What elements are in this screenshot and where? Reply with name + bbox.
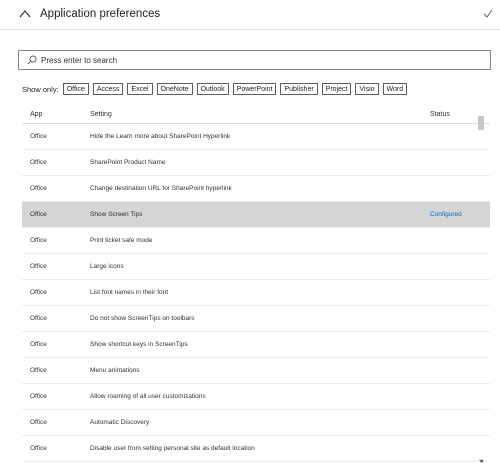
- cell-setting: Print ticket safe mode: [90, 237, 153, 244]
- filter-chip-powerpoint[interactable]: PowerPoint: [232, 83, 277, 95]
- vertical-scrollbar[interactable]: [478, 116, 484, 463]
- filter-label: Show only:: [22, 84, 59, 94]
- chevron-up-icon[interactable]: [19, 9, 31, 19]
- cell-app: Office: [30, 263, 47, 270]
- checkmark-icon[interactable]: [483, 9, 493, 19]
- cell-app: Office: [30, 159, 47, 166]
- filter-chip-access[interactable]: Access: [92, 83, 124, 95]
- table-row[interactable]: Office Change destination URL for ShareP…: [22, 176, 490, 202]
- cell-app: Office: [30, 133, 47, 140]
- cell-setting: Disable user from setting personal site …: [90, 445, 255, 452]
- page-title: Application preferences: [40, 8, 161, 20]
- table-header: App Setting Status: [22, 108, 490, 124]
- cell-setting: Large icons: [90, 263, 124, 270]
- filter-chip-office[interactable]: Office: [62, 83, 89, 95]
- table-row[interactable]: Office Print ticket safe mode: [22, 228, 490, 254]
- search-icon: [27, 55, 37, 65]
- cell-setting: Menu animations: [90, 367, 140, 374]
- cell-setting: Automatic Discovery: [90, 419, 150, 426]
- cell-app: Office: [30, 185, 47, 192]
- search-box[interactable]: [18, 50, 491, 70]
- cell-setting: Allow roaming of all user customizations: [90, 393, 206, 400]
- filter-bar: Show only: Office Access Excel OneNote O…: [22, 82, 411, 96]
- cell-app: Office: [30, 393, 47, 400]
- table-row[interactable]: Office Allow roaming of all user customi…: [22, 384, 490, 410]
- cell-setting: List font names in their font: [90, 289, 169, 296]
- cell-app: Office: [30, 315, 47, 322]
- table-row[interactable]: Office Disable user from setting persona…: [22, 436, 490, 462]
- cell-setting: Do not show ScreenTips on toolbars: [90, 315, 195, 322]
- cell-app: Office: [30, 419, 47, 426]
- cell-setting: Show shortcut keys in ScreenTips: [90, 341, 188, 348]
- column-header-status[interactable]: Status: [430, 111, 450, 118]
- search-input[interactable]: [41, 53, 471, 67]
- settings-table: App Setting Status Office Hide the Learn…: [22, 108, 490, 463]
- filter-chip-publisher[interactable]: Publisher: [280, 83, 318, 95]
- panel-header: Application preferences: [0, 0, 500, 30]
- filter-chip-excel[interactable]: Excel: [127, 83, 153, 95]
- cell-setting: Change destination URL for SharePoint hy…: [90, 185, 232, 192]
- cell-setting: Show Screen Tips: [90, 211, 143, 218]
- cell-app: Office: [30, 237, 47, 244]
- table-row[interactable]: Office List font names in their font: [22, 280, 490, 306]
- table-row[interactable]: Office Show shortcut keys in ScreenTips: [22, 332, 490, 358]
- cell-app: Office: [30, 367, 47, 374]
- cell-setting: Hide the Learn more about SharePoint Hyp…: [90, 133, 231, 140]
- cell-app: Office: [30, 211, 47, 218]
- table-row[interactable]: Office Hide the Learn more about SharePo…: [22, 124, 490, 150]
- column-header-setting[interactable]: Setting: [90, 111, 112, 118]
- table-row[interactable]: Office SharePoint Product Name: [22, 150, 490, 176]
- filter-chip-outlook[interactable]: Outlook: [196, 83, 229, 95]
- cell-status: Configured: [430, 211, 462, 218]
- scroll-down-arrow-icon[interactable]: [479, 459, 484, 464]
- filter-chip-visio[interactable]: Visio: [355, 83, 379, 95]
- table-row[interactable]: Office Do not show ScreenTips on toolbar…: [22, 306, 490, 332]
- table-row[interactable]: Office Large icons: [22, 254, 490, 280]
- table-row[interactable]: Office Menu animations: [22, 358, 490, 384]
- cell-app: Office: [30, 445, 47, 452]
- filter-chip-project[interactable]: Project: [321, 83, 352, 95]
- cell-setting: SharePoint Product Name: [90, 159, 166, 166]
- filter-chip-word[interactable]: Word: [382, 83, 408, 95]
- column-header-app[interactable]: App: [30, 111, 42, 118]
- filter-chip-onenote[interactable]: OneNote: [156, 83, 193, 95]
- table-row[interactable]: Office Automatic Discovery: [22, 410, 490, 436]
- cell-app: Office: [30, 341, 47, 348]
- cell-app: Office: [30, 289, 47, 296]
- table-row-selected[interactable]: Office Show Screen Tips Configured: [22, 202, 490, 228]
- scrollbar-thumb[interactable]: [478, 116, 484, 130]
